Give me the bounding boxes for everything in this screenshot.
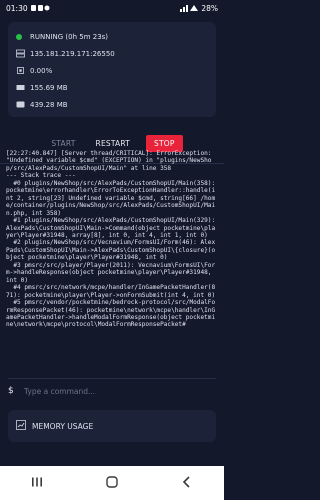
status-bar-left: 01:30 [6, 4, 51, 13]
recent-apps-icon[interactable] [17, 476, 57, 490]
signal-icon [180, 5, 199, 12]
command-bar: $ [8, 378, 216, 403]
stat-address: 135.181.219.171:26550 [16, 45, 208, 62]
navigation-bar [0, 466, 224, 500]
status-text: RUNNING (0h 5m 23s) [30, 32, 109, 41]
ram-text: 155.69 MB [30, 83, 68, 92]
prompt-symbol: $ [8, 386, 14, 396]
chart-icon [16, 420, 26, 432]
cpu-icon [16, 66, 30, 75]
stat-ram: 155.69 MB [16, 79, 208, 96]
disk-icon [16, 100, 30, 109]
restart-button[interactable]: RESTART [86, 135, 141, 152]
stat-disk: 439.28 MB [16, 96, 208, 113]
green-dot-icon [16, 33, 30, 40]
stat-cpu: 0.00% [16, 62, 208, 79]
stat-status: RUNNING (0h 5m 23s) [16, 28, 208, 45]
stop-button[interactable]: STOP [146, 134, 183, 152]
home-icon[interactable] [92, 475, 132, 491]
memory-label: MEMORY USAGE [32, 421, 94, 431]
memory-usage-card[interactable]: MEMORY USAGE [8, 410, 216, 442]
network-icon [16, 49, 30, 58]
cpu-text: 0.00% [30, 66, 53, 75]
address-text: 135.181.219.171:26550 [30, 49, 115, 58]
ram-icon [16, 83, 30, 92]
battery-percent: 28% [201, 3, 218, 13]
status-bar-right: 28% [180, 4, 218, 13]
clock: 01:30 [6, 3, 28, 13]
status-bar: 01:30 28% [0, 0, 224, 16]
disk-text: 439.28 MB [30, 100, 68, 109]
back-icon[interactable] [167, 475, 207, 491]
command-input[interactable] [22, 385, 216, 397]
console-output: [22:27:40.847] [Server thread/CRITICAL]:… [6, 150, 216, 329]
server-stats-card: RUNNING (0h 5m 23s) 135.181.219.171:2655… [8, 22, 216, 117]
notification-icons [30, 5, 50, 11]
start-button[interactable]: START [41, 135, 85, 152]
